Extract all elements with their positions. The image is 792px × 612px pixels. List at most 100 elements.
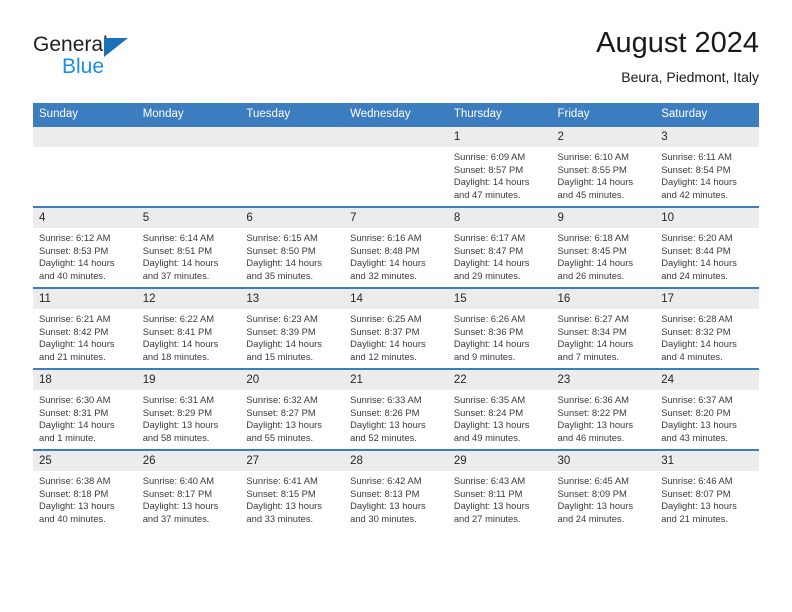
day-number: 21 — [344, 370, 448, 390]
calendar-page: General Blue August 2024 Beura, Piedmont… — [0, 0, 792, 612]
sunset-text: Sunset: 8:54 PM — [661, 163, 731, 175]
day-number — [344, 127, 448, 147]
daylight-text-line1: Daylight: 14 hours — [557, 176, 634, 188]
day-cell[interactable]: 28 Sunrise: 6:42 AM Sunset: 8:13 PM Dayl… — [344, 449, 448, 530]
day-number: 5 — [136, 208, 241, 228]
day-cell[interactable] — [240, 125, 345, 207]
sunset-text: Sunset: 8:32 PM — [661, 325, 731, 337]
sunset-text: Sunset: 8:51 PM — [142, 244, 213, 256]
day-cell[interactable]: 14 Sunrise: 6:25 AM Sunset: 8:37 PM Dayl… — [344, 287, 448, 369]
day-info: Sunrise: 6:09 AM Sunset: 8:57 PM Dayligh… — [448, 147, 552, 201]
day-number: 17 — [655, 289, 759, 309]
day-cell[interactable] — [136, 125, 241, 207]
day-cell[interactable]: 17 Sunrise: 6:28 AM Sunset: 8:32 PM Dayl… — [655, 287, 759, 369]
day-cell[interactable]: 31 Sunrise: 6:46 AM Sunset: 8:07 PM Dayl… — [655, 449, 759, 530]
day-cell[interactable]: 7 Sunrise: 6:16 AM Sunset: 8:48 PM Dayli… — [344, 206, 448, 288]
sunrise-text: Sunrise: 6:28 AM — [661, 313, 733, 324]
sunrise-text: Sunrise: 6:20 AM — [661, 232, 733, 243]
day-info: Sunrise: 6:14 AM Sunset: 8:51 PM Dayligh… — [137, 228, 241, 282]
day-cell[interactable]: 11 Sunrise: 6:21 AM Sunset: 8:42 PM Dayl… — [33, 287, 137, 369]
sunset-text: Sunset: 8:39 PM — [246, 325, 316, 337]
day-info: Sunrise: 6:10 AM Sunset: 8:55 PM Dayligh… — [552, 147, 656, 201]
daylight-text-line2: and 7 minutes. — [557, 350, 620, 362]
day-number: 4 — [33, 208, 137, 228]
sunrise-text: Sunrise: 6:35 AM — [453, 394, 526, 405]
day-cell[interactable]: 13 Sunrise: 6:23 AM Sunset: 8:39 PM Dayl… — [240, 287, 345, 369]
sunrise-text: Sunrise: 6:46 AM — [661, 475, 733, 486]
sunrise-text: Sunrise: 6:38 AM — [39, 475, 111, 486]
day-cell[interactable]: 9 Sunrise: 6:18 AM Sunset: 8:45 PM Dayli… — [551, 206, 656, 288]
day-info: Sunrise: 6:25 AM Sunset: 8:37 PM Dayligh… — [344, 309, 448, 363]
day-cell[interactable]: 10 Sunrise: 6:20 AM Sunset: 8:44 PM Dayl… — [655, 206, 759, 288]
day-cell[interactable]: 20 Sunrise: 6:32 AM Sunset: 8:27 PM Dayl… — [240, 368, 345, 450]
daylight-text-line1: Daylight: 14 hours — [661, 176, 737, 188]
day-info: Sunrise: 6:41 AM Sunset: 8:15 PM Dayligh… — [240, 471, 344, 525]
daylight-text-line2: and 26 minutes. — [557, 269, 625, 281]
day-cell[interactable]: 25 Sunrise: 6:38 AM Sunset: 8:18 PM Dayl… — [33, 449, 137, 530]
day-number: 22 — [447, 370, 552, 390]
day-cell[interactable]: 23 Sunrise: 6:36 AM Sunset: 8:22 PM Dayl… — [551, 368, 656, 450]
day-cell[interactable]: 5 Sunrise: 6:14 AM Sunset: 8:51 PM Dayli… — [136, 206, 241, 288]
day-cell[interactable] — [33, 125, 137, 207]
daylight-text-line1: Daylight: 13 hours — [246, 419, 322, 431]
daylight-text-line2: and 15 minutes. — [246, 350, 314, 362]
day-number — [240, 127, 345, 147]
day-cell[interactable]: 2 Sunrise: 6:10 AM Sunset: 8:55 PM Dayli… — [551, 125, 656, 207]
day-cell[interactable]: 12 Sunrise: 6:22 AM Sunset: 8:41 PM Dayl… — [136, 287, 241, 369]
day-cell[interactable]: 21 Sunrise: 6:33 AM Sunset: 8:26 PM Dayl… — [344, 368, 448, 450]
sunrise-text: Sunrise: 6:37 AM — [661, 394, 733, 405]
weekday-header-thursday: Thursday — [447, 103, 552, 126]
sunrise-text: Sunrise: 6:22 AM — [142, 313, 215, 324]
daylight-text-line1: Daylight: 14 hours — [661, 338, 737, 350]
day-cell[interactable]: 27 Sunrise: 6:41 AM Sunset: 8:15 PM Dayl… — [240, 449, 345, 530]
general-blue-logo[interactable]: General Blue — [33, 33, 213, 85]
daylight-text-line2: and 4 minutes. — [661, 350, 723, 362]
sunset-text: Sunset: 8:07 PM — [661, 487, 731, 499]
sunrise-text: Sunrise: 6:18 AM — [557, 232, 629, 243]
day-info: Sunrise: 6:32 AM Sunset: 8:27 PM Dayligh… — [240, 390, 344, 444]
logo-text-blue: Blue — [62, 55, 105, 78]
daylight-text-line1: Daylight: 14 hours — [39, 338, 115, 350]
day-cell[interactable]: 16 Sunrise: 6:27 AM Sunset: 8:34 PM Dayl… — [551, 287, 656, 369]
sunset-text: Sunset: 8:15 PM — [246, 487, 316, 499]
sunset-text: Sunset: 8:36 PM — [453, 325, 524, 337]
day-cell[interactable]: 18 Sunrise: 6:30 AM Sunset: 8:31 PM Dayl… — [33, 368, 137, 450]
day-cell[interactable]: 8 Sunrise: 6:17 AM Sunset: 8:47 PM Dayli… — [447, 206, 552, 288]
weekday-header-tuesday: Tuesday — [240, 103, 345, 126]
sunrise-text: Sunrise: 6:16 AM — [350, 232, 422, 243]
day-info: Sunrise: 6:31 AM Sunset: 8:29 PM Dayligh… — [137, 390, 241, 444]
page-title: August 2024 — [596, 27, 759, 59]
daylight-text-line2: and 30 minutes. — [350, 512, 417, 524]
sunset-text: Sunset: 8:13 PM — [350, 487, 420, 499]
sunrise-text: Sunrise: 6:42 AM — [350, 475, 422, 486]
day-info: Sunrise: 6:43 AM Sunset: 8:11 PM Dayligh… — [448, 471, 552, 525]
day-cell[interactable]: 4 Sunrise: 6:12 AM Sunset: 8:53 PM Dayli… — [33, 206, 137, 288]
day-cell[interactable]: 3 Sunrise: 6:11 AM Sunset: 8:54 PM Dayli… — [655, 125, 759, 207]
day-number: 6 — [240, 208, 345, 228]
day-cell[interactable]: 30 Sunrise: 6:45 AM Sunset: 8:09 PM Dayl… — [551, 449, 656, 530]
day-cell[interactable]: 19 Sunrise: 6:31 AM Sunset: 8:29 PM Dayl… — [136, 368, 241, 450]
daylight-text-line1: Daylight: 14 hours — [350, 257, 426, 269]
day-cell[interactable] — [344, 125, 448, 207]
day-cell[interactable]: 15 Sunrise: 6:26 AM Sunset: 8:36 PM Dayl… — [447, 287, 552, 369]
day-cell[interactable]: 1 Sunrise: 6:09 AM Sunset: 8:57 PM Dayli… — [447, 125, 552, 207]
daylight-text-line2: and 45 minutes. — [557, 188, 625, 200]
day-cell[interactable]: 26 Sunrise: 6:40 AM Sunset: 8:17 PM Dayl… — [136, 449, 241, 530]
day-info: Sunrise: 6:11 AM Sunset: 8:54 PM Dayligh… — [655, 147, 759, 201]
day-cell[interactable]: 24 Sunrise: 6:37 AM Sunset: 8:20 PM Dayl… — [655, 368, 759, 450]
weekday-header-saturday: Saturday — [655, 103, 759, 126]
week-row: 18 Sunrise: 6:30 AM Sunset: 8:31 PM Dayl… — [33, 368, 759, 450]
day-info: Sunrise: 6:37 AM Sunset: 8:20 PM Dayligh… — [655, 390, 759, 444]
sunset-text: Sunset: 8:18 PM — [39, 487, 109, 499]
day-cell[interactable]: 29 Sunrise: 6:43 AM Sunset: 8:11 PM Dayl… — [447, 449, 552, 530]
week-row: 11 Sunrise: 6:21 AM Sunset: 8:42 PM Dayl… — [33, 287, 759, 369]
daylight-text-line1: Daylight: 14 hours — [453, 257, 530, 269]
day-cell[interactable]: 6 Sunrise: 6:15 AM Sunset: 8:50 PM Dayli… — [240, 206, 345, 288]
daylight-text-line1: Daylight: 13 hours — [557, 500, 634, 512]
daylight-text-line2: and 24 minutes. — [557, 512, 625, 524]
sunset-text: Sunset: 8:17 PM — [142, 487, 213, 499]
day-info: Sunrise: 6:18 AM Sunset: 8:45 PM Dayligh… — [552, 228, 656, 282]
day-number: 25 — [33, 451, 137, 471]
day-cell[interactable]: 22 Sunrise: 6:35 AM Sunset: 8:24 PM Dayl… — [447, 368, 552, 450]
day-info: Sunrise: 6:38 AM Sunset: 8:18 PM Dayligh… — [33, 471, 137, 525]
